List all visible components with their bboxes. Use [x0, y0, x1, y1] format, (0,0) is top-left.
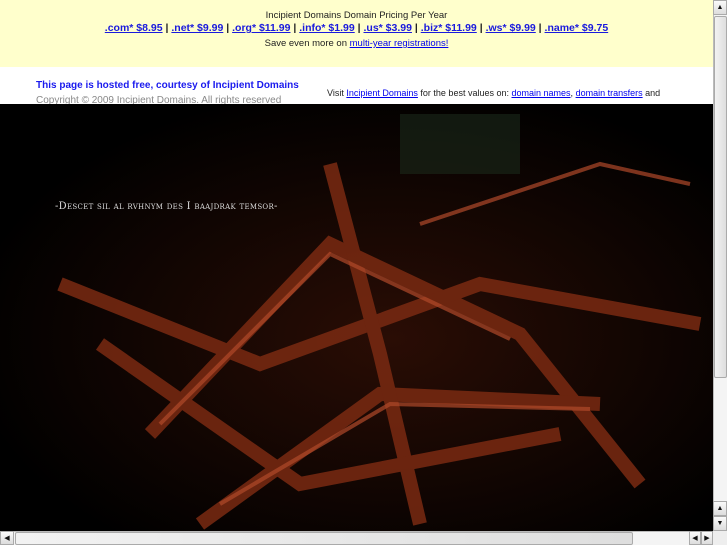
- scroll-down-button[interactable]: ▼: [713, 516, 727, 531]
- vertical-scrollbar[interactable]: ▲ ▲ ▼: [713, 0, 727, 531]
- price-link-net[interactable]: .net* $9.99: [171, 22, 223, 34]
- save-line: Save even more on multi-year registratio…: [0, 38, 713, 49]
- visit-line: Visit Incipient Domains for the best val…: [327, 88, 660, 98]
- hosting-notice: This page is hosted free, courtesy of In…: [0, 67, 713, 106]
- scroll-left-button-right[interactable]: ◀: [689, 531, 701, 545]
- domain-names-link[interactable]: domain names: [512, 88, 571, 98]
- pricing-links: .com* $8.95 | .net* $9.99 | .org* $11.99…: [104, 22, 609, 34]
- scroll-up-button[interactable]: ▲: [713, 0, 727, 15]
- domain-transfers-link[interactable]: domain transfers: [576, 88, 643, 98]
- price-link-com[interactable]: .com* $8.95: [105, 22, 163, 34]
- price-link-biz[interactable]: .biz* $11.99: [421, 22, 477, 34]
- save-text: Save even more on: [264, 38, 347, 49]
- price-link-info[interactable]: .info* $1.99: [299, 22, 354, 34]
- multi-year-link[interactable]: multi-year registrations!: [350, 38, 449, 49]
- price-link-org[interactable]: .org* $11.99: [232, 22, 290, 34]
- scroll-right-button[interactable]: ▶: [701, 531, 713, 545]
- horizontal-scrollbar[interactable]: ◀ ◀ ▶: [0, 531, 713, 545]
- vertical-scroll-thumb[interactable]: [714, 16, 727, 378]
- visit-text: Visit: [327, 88, 344, 98]
- comma: ,: [570, 88, 574, 98]
- price-link-ws[interactable]: .ws* $9.99: [486, 22, 536, 34]
- artwork-image: -Descet sil al rvhnym des I baajdrak tem…: [0, 104, 713, 531]
- incipient-domains-link[interactable]: Incipient Domains: [346, 88, 418, 98]
- artwork-tagline: -Descet sil al rvhnym des I baajdrak tem…: [55, 201, 278, 212]
- abstract-structure-art: [0, 104, 713, 531]
- horizontal-scroll-thumb[interactable]: [15, 532, 633, 545]
- and-text: and: [645, 88, 661, 98]
- price-link-us[interactable]: .us* $3.99: [364, 22, 412, 34]
- scrollbar-corner: [713, 531, 727, 545]
- pricing-title: Incipient Domains Domain Pricing Per Yea…: [265, 10, 448, 21]
- scroll-left-button[interactable]: ◀: [0, 531, 14, 545]
- hosted-notice: This page is hosted free, courtesy of In…: [36, 80, 299, 91]
- scroll-up-button-bottom[interactable]: ▲: [713, 501, 727, 516]
- visit-mid-text: for the best values on:: [420, 88, 509, 98]
- pricing-banner: Incipient Domains Domain Pricing Per Yea…: [0, 0, 713, 67]
- price-link-name[interactable]: .name* $9.75: [545, 22, 609, 34]
